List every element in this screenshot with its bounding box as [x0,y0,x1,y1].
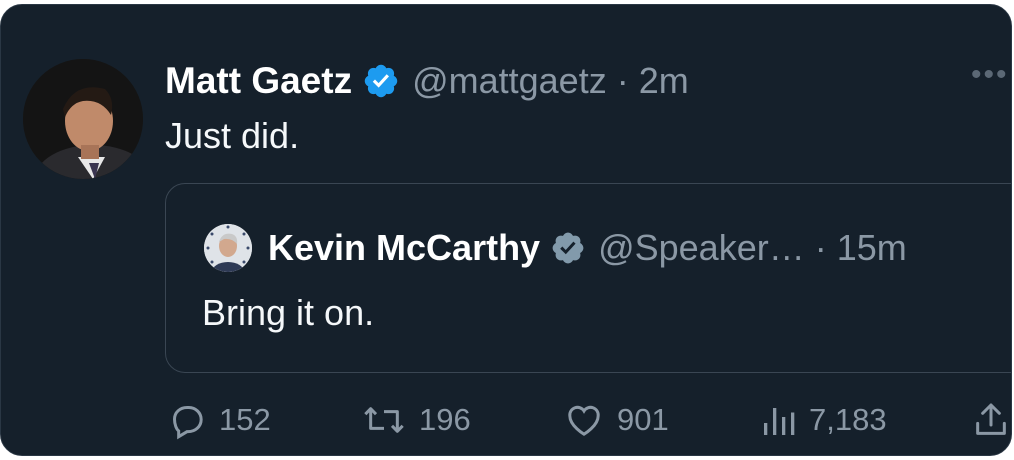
avatar[interactable] [23,59,143,179]
like-button[interactable]: 901 [563,395,669,445]
like-count: 901 [617,402,669,437]
quoted-text: Bring it on. [202,292,375,333]
views-button[interactable]: 7,183 [761,395,887,445]
reply-icon [172,406,203,440]
retweet-icon [364,407,404,433]
tweet-text: Just did. [165,115,300,156]
retweet-button[interactable]: 196 [361,395,471,445]
verified-badge-icon [364,64,398,98]
quoted-author-name[interactable]: Kevin McCarthy [268,227,540,269]
share-icon [976,403,1006,435]
share-button[interactable] [971,395,1011,445]
author-name[interactable]: Matt Gaetz [165,60,352,102]
views-icon [764,408,795,435]
verified-badge-icon [552,232,584,264]
tweet-card[interactable]: Matt Gaetz @mattgaetz · 2m ••• Just did. [0,4,1012,456]
views-count: 7,183 [809,402,887,437]
quoted-header: Kevin McCarthy @Speaker… · 15m [268,226,907,270]
action-bar: 152 196 901 7,183 [1,395,1011,445]
quoted-tweet[interactable]: Kevin McCarthy @Speaker… · 15m Bring it … [165,183,1011,373]
like-icon [568,405,600,436]
reply-button[interactable]: 152 [167,395,271,445]
quoted-handle-time[interactable]: @Speaker… · 15m [598,227,907,269]
reply-count: 152 [219,402,271,437]
quoted-avatar[interactable] [204,224,252,272]
more-icon[interactable]: ••• [971,60,1009,90]
author-handle-time[interactable]: @mattgaetz · 2m [412,60,689,102]
tweet-header: Matt Gaetz @mattgaetz · 2m [165,60,689,102]
retweet-count: 196 [419,402,471,437]
